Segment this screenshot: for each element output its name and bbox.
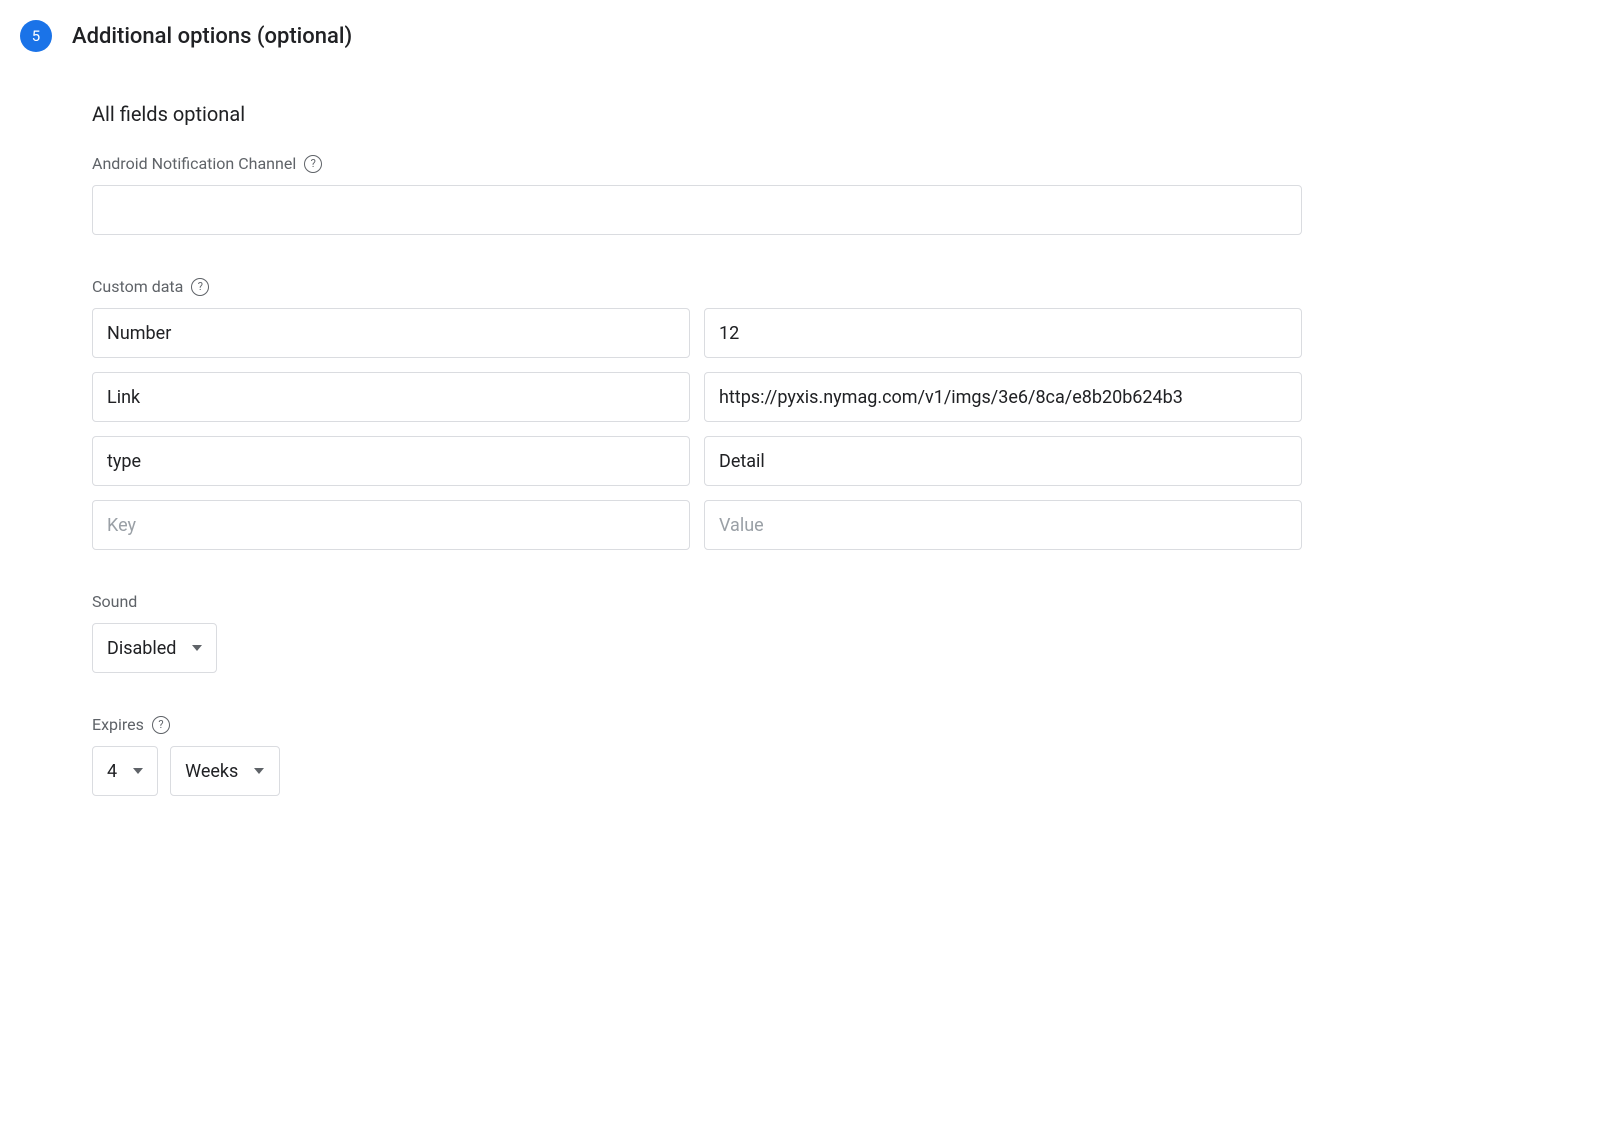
custom-data-key-input[interactable] — [92, 372, 690, 422]
expires-unit-select[interactable]: Weeks — [170, 746, 280, 796]
section-title: Additional options (optional) — [72, 24, 352, 49]
expires-unit-value: Weeks — [185, 761, 238, 782]
custom-data-value-input[interactable] — [704, 436, 1302, 486]
help-icon[interactable]: ? — [304, 155, 322, 173]
expires-label: Expires — [92, 715, 144, 734]
step-number: 5 — [32, 27, 40, 45]
expires-amount-select[interactable]: 4 — [92, 746, 158, 796]
sound-label: Sound — [92, 592, 137, 611]
custom-data-key-input[interactable] — [92, 500, 690, 550]
custom-data-key-input[interactable] — [92, 436, 690, 486]
custom-data-value-input[interactable] — [704, 372, 1302, 422]
help-icon[interactable]: ? — [191, 278, 209, 296]
subtitle: All fields optional — [92, 102, 1302, 126]
android-channel-label: Android Notification Channel — [92, 154, 296, 173]
custom-data-grid — [92, 308, 1302, 550]
custom-data-value-input[interactable] — [704, 308, 1302, 358]
sound-select-value: Disabled — [107, 638, 176, 659]
sound-select[interactable]: Disabled — [92, 623, 217, 673]
chevron-down-icon — [254, 768, 264, 774]
chevron-down-icon — [192, 645, 202, 651]
step-number-badge: 5 — [20, 20, 52, 52]
chevron-down-icon — [133, 768, 143, 774]
custom-data-key-input[interactable] — [92, 308, 690, 358]
help-icon[interactable]: ? — [152, 716, 170, 734]
custom-data-value-input[interactable] — [704, 500, 1302, 550]
custom-data-label: Custom data — [92, 277, 183, 296]
android-channel-input[interactable] — [92, 185, 1302, 235]
expires-amount-value: 4 — [107, 761, 117, 782]
